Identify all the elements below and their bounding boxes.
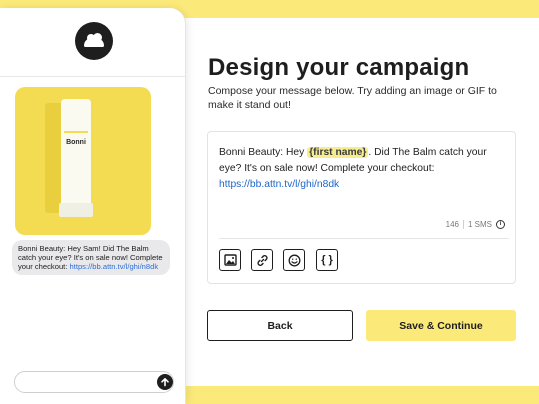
message-editor[interactable]: Bonni Beauty: Hey {first name}. Did The … [207,131,516,284]
link-icon [256,254,268,266]
counter-separator [462,220,464,229]
page-subtitle: Compose your message below. Try adding a… [208,85,497,111]
mms-product-image: Bonni [15,87,151,235]
page-title: Design your campaign [208,54,470,81]
message-bubble: Bonni Beauty: Hey Sam! Did The Balm catc… [12,240,170,275]
insert-variable-button[interactable]: { } [316,249,338,271]
braces-icon: { } [321,254,333,266]
product-tube [61,99,91,211]
editor-divider [219,238,509,239]
image-icon [223,254,237,266]
phone-header-divider [0,76,185,77]
phone-message-input[interactable] [14,371,174,393]
message-link[interactable]: https://bb.attn.tv/l/ghi/n8dk [219,179,339,190]
product-cap [59,203,93,217]
cloud-logo-icon [84,33,104,47]
send-button[interactable] [157,374,173,390]
char-count: 146 [445,220,459,229]
emoji-icon [288,254,300,266]
sms-count: 1 SMS [467,220,492,229]
product-stripe [64,131,88,133]
character-counter: 146 1 SMS i [446,220,505,229]
back-button[interactable]: Back [207,310,353,341]
product-label: Bonni [66,139,86,146]
save-continue-button[interactable]: Save & Continue [366,310,516,341]
phone-preview: Bonni Bonni Beauty: Hey Sam! Did The Bal… [0,8,186,404]
add-image-button[interactable] [219,249,241,271]
brand-avatar [75,22,113,60]
message-text[interactable]: Bonni Beauty: Hey {first name}. Did The … [219,145,509,193]
arrow-up-icon [161,378,169,387]
bubble-link[interactable]: https://bb.attn.tv/l/ghi/n8dk [70,262,159,271]
info-icon[interactable]: i [496,220,505,229]
add-emoji-button[interactable] [283,249,305,271]
add-link-button[interactable] [251,249,273,271]
first-name-token[interactable]: {first name} [307,147,369,158]
message-prefix: Bonni Beauty: Hey [219,147,308,158]
